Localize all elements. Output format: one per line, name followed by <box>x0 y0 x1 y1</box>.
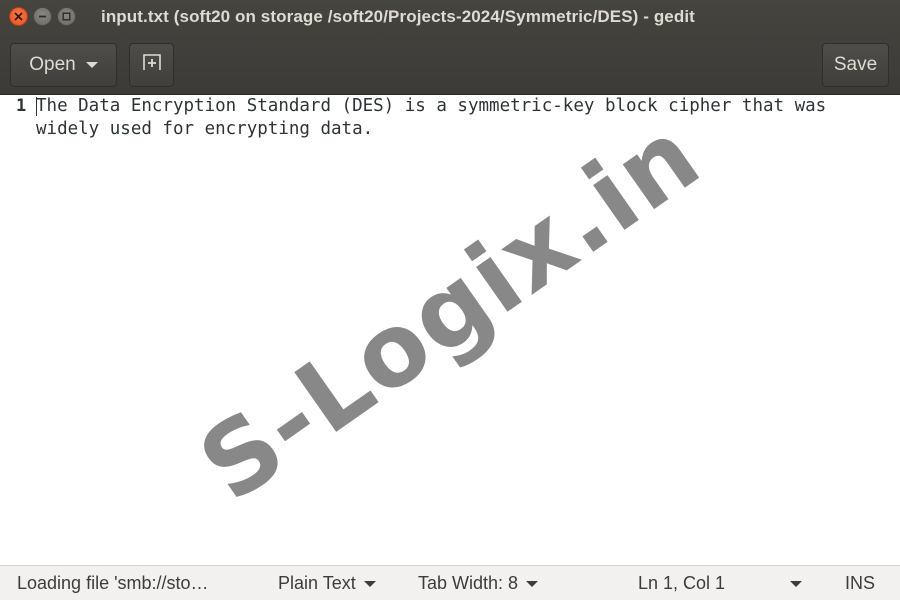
new-document-icon <box>141 52 163 78</box>
new-tab-button[interactable] <box>129 43 174 87</box>
loading-status-text: Loading file 'smb://sto… <box>17 572 209 593</box>
line-number: 1 <box>16 96 27 116</box>
status-bar: Loading file 'smb://sto… Plain Text Tab … <box>0 565 900 600</box>
save-button[interactable]: Save <box>822 43 889 87</box>
tab-width-label: Tab Width: 8 <box>418 572 519 593</box>
cursor-position-label: Ln 1, Col 1 <box>638 572 726 593</box>
window-title: input.txt (soft20 on storage /soft20/Pro… <box>101 7 695 26</box>
loading-status: Loading file 'smb://sto… <box>17 566 257 600</box>
header-bar: input.txt (soft20 on storage /soft20/Pro… <box>0 0 900 95</box>
language-label: Plain Text <box>278 572 356 593</box>
tab-width-selector[interactable]: Tab Width: 8 <box>418 566 539 600</box>
insert-mode-label: INS <box>845 572 876 593</box>
chevron-down-icon <box>363 580 376 587</box>
close-icon[interactable] <box>9 7 28 26</box>
chevron-down-icon <box>85 62 98 68</box>
chevron-down-icon <box>790 580 802 587</box>
open-button-label: Open <box>29 54 76 75</box>
maximize-icon[interactable] <box>57 7 76 26</box>
document-text[interactable]: The Data Encryption Standard (DES) is a … <box>36 95 886 141</box>
window-controls <box>9 7 76 26</box>
minimize-icon[interactable] <box>33 7 52 26</box>
insert-mode-indicator[interactable]: INS <box>845 566 875 600</box>
position-menu-button[interactable] <box>790 566 802 600</box>
open-button[interactable]: Open <box>10 43 117 87</box>
chevron-down-icon <box>526 580 539 587</box>
gedit-window: input.txt (soft20 on storage /soft20/Pro… <box>0 0 900 600</box>
language-selector[interactable]: Plain Text <box>278 566 376 600</box>
cursor-position[interactable]: Ln 1, Col 1 <box>638 566 725 600</box>
text-editor[interactable]: 1 The Data Encryption Standard (DES) is … <box>0 95 900 565</box>
